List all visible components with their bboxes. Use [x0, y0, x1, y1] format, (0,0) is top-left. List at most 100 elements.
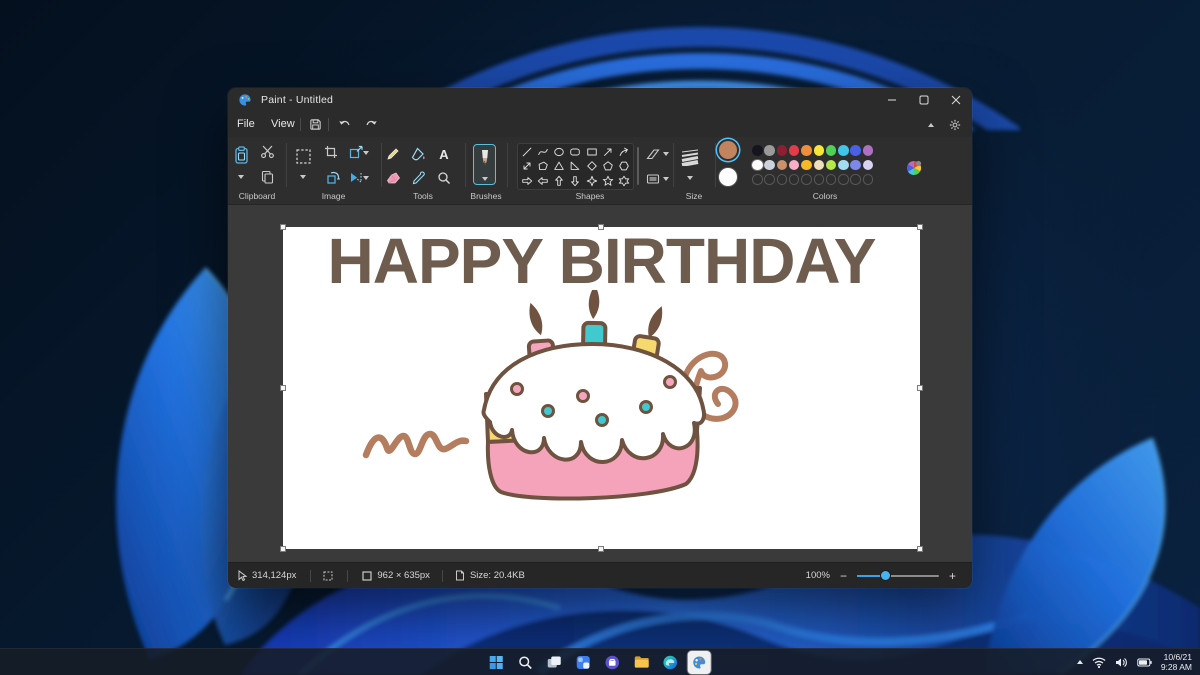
color-swatch-#f6e737[interactable]: [813, 145, 824, 156]
paste-button[interactable]: [231, 143, 251, 167]
fill-tool[interactable]: [408, 144, 428, 164]
color1-swatch[interactable]: [719, 141, 737, 159]
selection-handle-top-right[interactable]: [917, 224, 923, 230]
shape-six-point-star[interactable]: [616, 174, 632, 188]
color-swatch-#15151d[interactable]: [752, 145, 763, 156]
widgets-button[interactable]: [572, 651, 595, 674]
hidden-icons-button[interactable]: [1076, 660, 1083, 664]
maximize-button[interactable]: [908, 88, 940, 112]
zoom-slider-thumb[interactable]: [879, 570, 891, 581]
volume-button[interactable]: [1115, 657, 1128, 668]
redo-button[interactable]: [362, 116, 379, 133]
minimize-button[interactable]: [876, 88, 908, 112]
selection-handle-middle-right[interactable]: [917, 385, 923, 391]
shape-arrow[interactable]: [600, 145, 616, 159]
color-swatch-#4ed154[interactable]: [825, 145, 837, 156]
empty-color-slot[interactable]: [825, 174, 837, 185]
size-button[interactable]: [678, 146, 702, 168]
empty-color-slot[interactable]: [850, 174, 861, 185]
shape-line[interactable]: [519, 145, 535, 159]
shape-outline-dropdown[interactable]: [662, 150, 670, 158]
shape-polygon[interactable]: [535, 159, 551, 173]
shape-rectangle[interactable]: [584, 145, 600, 159]
color-swatch-#a2dcf2[interactable]: [838, 159, 849, 170]
save-button[interactable]: [307, 116, 324, 133]
color-swatch-#b6e84a[interactable]: [825, 159, 837, 170]
shape-hexagon[interactable]: [616, 159, 632, 173]
color-swatch-#4a5fe8[interactable]: [850, 145, 861, 156]
microsoft-store-button[interactable]: [601, 651, 624, 674]
color-swatch-#d9d2f2[interactable]: [862, 159, 874, 170]
shape-up-arrow[interactable]: [551, 174, 567, 188]
shape-rounded-rectangle[interactable]: [567, 145, 583, 159]
copy-button[interactable]: [257, 167, 277, 187]
empty-color-slot[interactable]: [788, 174, 800, 185]
shape-fill-dropdown[interactable]: [662, 175, 670, 183]
collapse-ribbon-button[interactable]: [922, 116, 940, 133]
empty-color-slot[interactable]: [776, 174, 788, 185]
selection-handle-top-left[interactable]: [280, 224, 286, 230]
search-button[interactable]: [514, 651, 537, 674]
start-button[interactable]: [485, 651, 508, 674]
zoom-out-button[interactable]: −: [840, 570, 847, 582]
close-button[interactable]: [940, 88, 972, 112]
edit-colors-button[interactable]: [905, 159, 922, 176]
empty-color-slot[interactable]: [801, 174, 812, 185]
selection-handle-bottom-right[interactable]: [917, 546, 923, 552]
shape-pentagon[interactable]: [600, 159, 616, 173]
color-swatch-#ef8f3a[interactable]: [801, 145, 812, 156]
shape-curve[interactable]: [535, 145, 551, 159]
shapes-scrollbar[interactable]: [637, 147, 639, 185]
select-button[interactable]: [292, 145, 314, 167]
shape-fill-button[interactable]: [644, 171, 662, 187]
selection-handle-middle-left[interactable]: [280, 385, 286, 391]
shape-left-arrow[interactable]: [535, 174, 551, 188]
shape-five-point-star[interactable]: [600, 174, 616, 188]
paint-taskbar-button[interactable]: [687, 650, 711, 674]
shape-two-way-arrow[interactable]: [519, 159, 535, 173]
shape-down-arrow[interactable]: [567, 174, 583, 188]
battery-button[interactable]: [1137, 658, 1152, 667]
zoom-slider[interactable]: [856, 570, 939, 581]
paste-dropdown[interactable]: [237, 173, 245, 181]
color-swatch-#9a9a9a[interactable]: [764, 145, 775, 156]
color-swatch-#7d88ea[interactable]: [850, 159, 861, 170]
empty-color-slot[interactable]: [862, 174, 874, 185]
file-explorer-button[interactable]: [630, 651, 653, 674]
taskbar-clock[interactable]: 10/6/21 9:28 AM: [1161, 652, 1192, 672]
settings-button[interactable]: [946, 116, 964, 133]
crop-button[interactable]: [321, 143, 341, 161]
color-swatch-#8e1f33[interactable]: [776, 145, 788, 156]
empty-color-slot[interactable]: [838, 174, 849, 185]
color-swatch-#f7b927[interactable]: [801, 159, 812, 170]
shape-triangle[interactable]: [551, 159, 567, 173]
color-swatch-#efe0bb[interactable]: [813, 159, 824, 170]
eraser-tool[interactable]: [383, 168, 403, 188]
empty-color-slot[interactable]: [813, 174, 824, 185]
resize-dropdown[interactable]: [362, 149, 370, 157]
flip-dropdown[interactable]: [362, 174, 370, 182]
color-swatch-#c9906c[interactable]: [776, 159, 788, 170]
selection-handle-bottom-left[interactable]: [280, 546, 286, 552]
empty-color-slot[interactable]: [752, 174, 763, 185]
selection-handle-top-center[interactable]: [598, 224, 604, 230]
color-swatch-#40c4e8[interactable]: [838, 145, 849, 156]
selection-handle-bottom-center[interactable]: [598, 546, 604, 552]
color-picker-tool[interactable]: [408, 168, 428, 188]
shape-diamond[interactable]: [584, 159, 600, 173]
shape-curved-arrow[interactable]: [616, 145, 632, 159]
menu-file[interactable]: File: [232, 115, 260, 134]
shape-oval[interactable]: [551, 145, 567, 159]
size-dropdown[interactable]: [686, 174, 694, 182]
color-swatch-#ccd2da[interactable]: [764, 159, 775, 170]
color-swatch-#f7afc8[interactable]: [788, 159, 800, 170]
wifi-button[interactable]: [1092, 657, 1106, 668]
empty-color-slot[interactable]: [764, 174, 775, 185]
shape-outline-button[interactable]: [644, 146, 662, 162]
brushes-button[interactable]: [473, 144, 496, 185]
color-swatch-#ffffff[interactable]: [752, 159, 763, 170]
menu-view[interactable]: View: [266, 115, 300, 134]
color-swatch-#b06fc0[interactable]: [862, 145, 874, 156]
zoom-in-button[interactable]: +: [949, 570, 956, 582]
shape-four-point-star[interactable]: [584, 174, 600, 188]
